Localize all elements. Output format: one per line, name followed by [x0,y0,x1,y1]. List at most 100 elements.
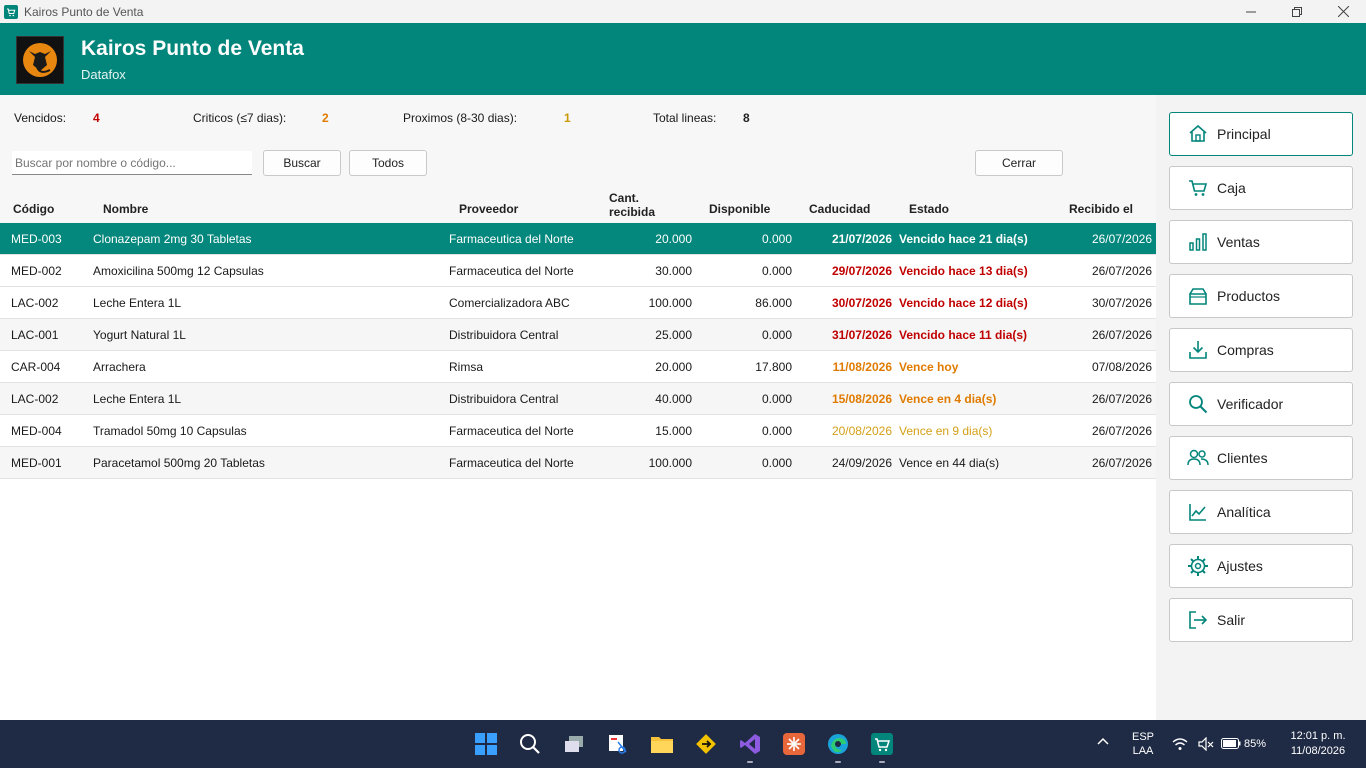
sidebar-item-ajustes[interactable]: Ajustes [1169,544,1353,588]
sidebar-item-clientes[interactable]: Clientes [1169,436,1353,480]
sidebar-item-salir[interactable]: Salir [1169,598,1353,642]
sidebar-item-label: Verificador [1217,396,1284,412]
cell-codigo: LAC-001 [11,328,59,342]
cell-estado: Vence en 4 dia(s) [899,392,997,406]
cell-estado: Vencido hace 21 dia(s) [899,232,1028,246]
table-row[interactable]: MED-004 Tramadol 50mg 10 Capsulas Farmac… [0,415,1156,447]
cell-caducidad: 30/07/2026 [831,296,892,310]
col-caducidad[interactable]: Caducidad [809,202,870,216]
cell-cant: 40.000 [655,392,692,406]
sidebar: Principal Caja Ventas Productos Compras … [1156,95,1366,720]
cell-codigo: CAR-004 [11,360,61,374]
cell-codigo: MED-003 [11,232,62,246]
sidebar-item-principal[interactable]: Principal [1169,112,1353,156]
cell-cant: 100.000 [648,296,692,310]
col-cant-line1[interactable]: Cant. [609,191,639,205]
logout-icon [1187,609,1209,631]
table-row[interactable]: MED-001 Paracetamol 500mg 20 Tabletas Fa… [0,447,1156,479]
fox-logo-icon [16,36,64,84]
sidebar-item-caja[interactable]: Caja [1169,166,1353,210]
search-button[interactable]: Buscar [263,150,341,176]
cell-disponible: 0.000 [761,392,792,406]
col-proveedor[interactable]: Proveedor [459,202,518,216]
cell-caducidad: 24/09/2026 [831,456,892,470]
sidebar-item-label: Compras [1217,342,1274,358]
kairos-app-taskbar-icon[interactable] [870,732,894,763]
cell-cant: 30.000 [655,264,692,278]
table-row[interactable]: LAC-002 Leche Entera 1L Distribuidora Ce… [0,383,1156,415]
cell-disponible: 86.000 [755,296,792,310]
close-report-button[interactable]: Cerrar [975,150,1063,176]
cell-codigo: MED-002 [11,264,62,278]
cell-recibido: 30/07/2026 [1091,296,1152,310]
windows-start-icon[interactable] [474,732,498,756]
expiry-report-panel: Vencidos: 4 Criticos (≤7 dias): 2 Proxim… [0,95,1156,720]
download-icon [1187,339,1209,361]
cell-caducidad: 21/07/2026 [831,232,892,246]
visual-studio-icon[interactable] [738,732,762,763]
col-codigo[interactable]: Código [13,202,54,216]
chevron-up-icon[interactable] [1096,736,1110,749]
toolbar: Buscar Todos Cerrar [0,139,1156,187]
clock-date: 11/08/2026 [1290,745,1346,757]
close-window-button[interactable] [1320,0,1366,23]
clock-time: 12:01 p. m. [1290,730,1346,742]
sidebar-item-label: Caja [1217,180,1246,196]
table-row[interactable]: LAC-002 Leche Entera 1L Comercializadora… [0,287,1156,319]
volume-muted-icon[interactable] [1198,736,1214,754]
search-icon [1187,393,1209,415]
col-recibido[interactable]: Recibido el [1069,202,1133,216]
sidebar-item-label: Ajustes [1217,558,1263,574]
app-orange-icon[interactable] [782,732,806,756]
total-label: Total lineas: [653,111,717,125]
table-row[interactable]: MED-002 Amoxicilina 500mg 12 Capsulas Fa… [0,255,1156,287]
cell-codigo: LAC-002 [11,296,59,310]
cell-proveedor: Farmaceutica del Norte [449,232,574,246]
sidebar-item-compras[interactable]: Compras [1169,328,1353,372]
cell-recibido: 26/07/2026 [1091,232,1152,246]
minimize-button[interactable] [1228,0,1274,23]
sidebar-item-label: Salir [1217,612,1246,628]
col-disponible[interactable]: Disponible [709,202,770,216]
bar-chart-icon [1187,231,1209,253]
cell-proveedor: Farmaceutica del Norte [449,424,574,438]
critical-label: Criticos (≤7 dias): [193,111,287,125]
cell-caducidad: 15/08/2026 [831,392,892,406]
show-all-button[interactable]: Todos [349,150,427,176]
cell-estado: Vencido hace 12 dia(s) [899,296,1028,310]
task-view-icon[interactable] [562,732,586,756]
cell-disponible: 0.000 [761,232,792,246]
search-taskbar-icon[interactable] [518,732,542,756]
sidebar-item-label: Ventas [1217,234,1260,250]
cell-estado: Vence en 44 dia(s) [899,456,1000,470]
table-row[interactable]: MED-003 Clonazepam 2mg 30 Tabletas Farma… [0,223,1156,255]
sidebar-item-ventas[interactable]: Ventas [1169,220,1353,264]
cell-nombre: Leche Entera 1L [93,392,182,406]
battery-icon[interactable] [1221,738,1241,752]
sidebar-item-verificador[interactable]: Verificador [1169,382,1353,426]
file-explorer-icon[interactable] [650,732,674,756]
sidebar-item-analitica[interactable]: Analítica [1169,490,1353,534]
sidebar-item-productos[interactable]: Productos [1169,274,1353,318]
app-yellow-icon[interactable] [694,732,718,756]
cell-disponible: 17.800 [755,360,792,374]
cell-cant: 15.000 [655,424,692,438]
search-input[interactable] [12,151,252,175]
col-nombre[interactable]: Nombre [103,202,148,216]
cell-caducidad: 29/07/2026 [831,264,892,278]
cart-icon [1187,177,1209,199]
clock[interactable]: 12:01 p. m. 11/08/2026 [1283,730,1353,757]
language-indicator[interactable]: ESP LAA [1130,731,1156,757]
snipping-tool-icon[interactable] [606,732,630,756]
table-header: Código Nombre Proveedor Cant. recibida D… [0,187,1156,223]
col-cant-line2[interactable]: recibida [609,205,655,219]
table-row[interactable]: CAR-004 Arrachera Rimsa 20.000 17.800 11… [0,351,1156,383]
edge-browser-icon[interactable] [826,732,850,763]
restore-button[interactable] [1274,0,1320,23]
battery-percent: 85% [1244,738,1267,750]
table-row[interactable]: LAC-001 Yogurt Natural 1L Distribuidora … [0,319,1156,351]
wifi-icon[interactable] [1172,737,1188,754]
cell-proveedor: Farmaceutica del Norte [449,456,574,470]
col-estado[interactable]: Estado [909,202,949,216]
upcoming-label: Proximos (8-30 dias): [403,111,518,125]
